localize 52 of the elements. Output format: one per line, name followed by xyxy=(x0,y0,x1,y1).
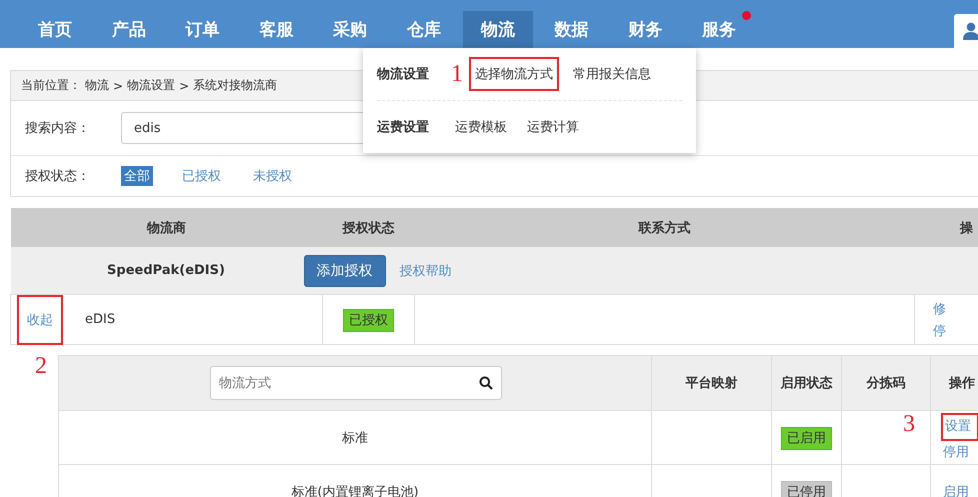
nav-tab[interactable]: 数据 xyxy=(536,11,607,48)
annotation-number: 3 xyxy=(903,410,915,438)
nav-tab[interactable]: 服务 xyxy=(684,11,754,48)
nav-tab[interactable]: 首页 xyxy=(20,11,90,48)
annotation-number: 2 xyxy=(35,352,47,380)
action-link[interactable]: 修 xyxy=(933,300,978,318)
action-link[interactable]: 设置 xyxy=(943,414,977,438)
filter-option[interactable]: 全部 xyxy=(121,166,153,186)
search-icon xyxy=(479,376,493,390)
column-header: 平台映射 xyxy=(652,356,772,410)
nav-tab[interactable]: 客服 xyxy=(241,11,312,48)
breadcrumb-item: 系统对接物流商 xyxy=(193,77,278,94)
status-badge: 已授权 xyxy=(343,308,394,332)
filter-label: 授权状态： xyxy=(25,168,91,185)
action-link[interactable]: 停 xyxy=(933,322,978,340)
breadcrumb-item[interactable]: 物流 xyxy=(85,77,109,94)
filter-option[interactable]: 未授权 xyxy=(250,166,295,186)
column-header: 授权状态 xyxy=(322,208,414,247)
column-header: 操 xyxy=(914,208,978,247)
column-header: 分拣码 xyxy=(842,356,930,410)
breadcrumb-separator: > xyxy=(113,78,124,92)
menu-group-title: 运费设置 xyxy=(377,119,430,136)
provider-name: eDIS xyxy=(85,312,116,327)
status-badge: 已停用 xyxy=(781,480,832,497)
menu-group-title: 物流设置 xyxy=(377,66,430,83)
filter-option[interactable]: 已授权 xyxy=(179,166,224,186)
breadcrumb-label: 当前位置： xyxy=(21,77,81,94)
search-label: 搜索内容： xyxy=(25,120,91,137)
nav-tab[interactable]: 仓库 xyxy=(388,11,459,48)
column-header: 启用状态 xyxy=(772,356,842,410)
breadcrumb-separator: > xyxy=(179,78,190,92)
nav-tab[interactable]: 产品 xyxy=(94,11,164,48)
method-name: 标准(内置锂离子电池) xyxy=(58,464,652,497)
action-link[interactable]: 停用 xyxy=(943,442,969,460)
method-name: 标准 xyxy=(58,410,652,464)
user-icon xyxy=(962,22,978,40)
column-header: 操作 xyxy=(930,356,978,410)
collapse-link[interactable]: 收起 xyxy=(19,296,61,342)
nav-tab[interactable]: 财务 xyxy=(610,11,680,48)
breadcrumb-item[interactable]: 物流设置 xyxy=(127,77,176,94)
annotation-number: 1 xyxy=(451,60,463,88)
method-search-field[interactable]: 物流方式 xyxy=(210,366,502,400)
status-badge: 已启用 xyxy=(781,426,832,450)
nav-tab[interactable]: 订单 xyxy=(168,11,238,48)
menu-link[interactable]: 运费计算 xyxy=(523,112,583,142)
nav-tab[interactable]: 物流 xyxy=(462,11,533,48)
menu-link[interactable]: 常用报关信息 xyxy=(569,59,655,89)
menu-link[interactable]: 选择物流方式 xyxy=(471,59,557,89)
help-link[interactable]: 授权帮助 xyxy=(400,262,452,280)
column-header: 物流商 xyxy=(10,208,322,247)
nav-tab[interactable]: 采购 xyxy=(315,11,386,48)
column-header: 联系方式 xyxy=(414,208,914,247)
